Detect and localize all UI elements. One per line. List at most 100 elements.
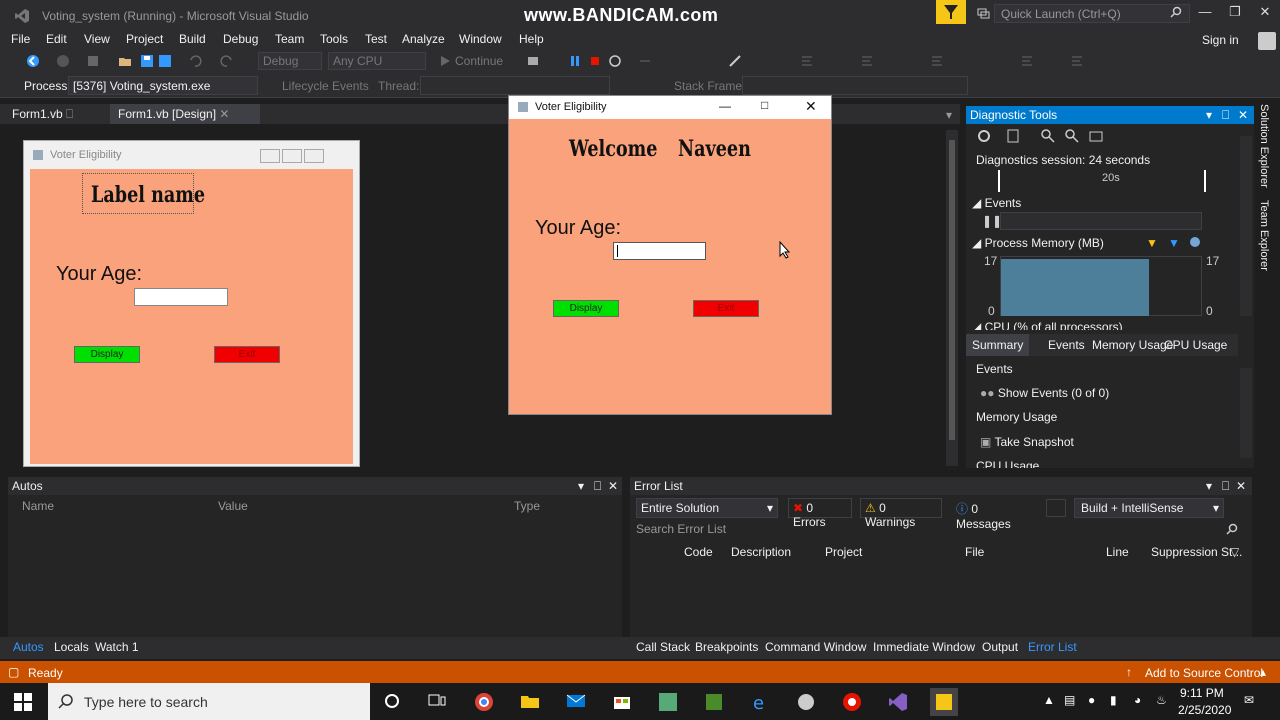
- tab-output[interactable]: Output: [982, 640, 1018, 654]
- tab-breakpoints[interactable]: Breakpoints: [695, 640, 758, 654]
- align-icon[interactable]: [800, 54, 814, 68]
- maximize-button[interactable]: ❐: [1220, 4, 1250, 20]
- feedback-filter-icon[interactable]: [936, 0, 966, 24]
- continue-play-icon[interactable]: [438, 54, 452, 68]
- tab-cpu-usage[interactable]: CPU Usage: [1164, 338, 1227, 352]
- notification-flag-icon[interactable]: [976, 6, 990, 20]
- battery-icon[interactable]: ▮: [1110, 693, 1117, 707]
- tab-call-stack[interactable]: Call Stack: [636, 640, 690, 654]
- network-icon[interactable]: ▤: [1064, 693, 1075, 707]
- col-value[interactable]: Value: [218, 499, 248, 513]
- form-minimize-button[interactable]: —: [719, 99, 731, 113]
- design-form-window[interactable]: Voter Eligibility Label name Your Age: D…: [23, 140, 360, 467]
- layout-icon[interactable]: [860, 54, 874, 68]
- name-label[interactable]: Label name: [91, 182, 205, 208]
- tab-order-icon[interactable]: [1070, 54, 1084, 68]
- voter-app-taskbar-icon[interactable]: [930, 688, 958, 716]
- pin-icon[interactable]: ⎕: [1222, 108, 1229, 123]
- tab-locals[interactable]: Locals: [54, 640, 89, 654]
- col-project[interactable]: Project: [825, 545, 862, 559]
- file-explorer-icon[interactable]: [520, 692, 540, 710]
- wifi-icon[interactable]: ◕: [1134, 693, 1141, 707]
- menu-debug[interactable]: Debug: [223, 32, 258, 46]
- col-name[interactable]: Name: [22, 499, 54, 513]
- cpu-header[interactable]: ◢ CPU (% of all processors): [972, 320, 1123, 330]
- chevron-up-icon[interactable]: ▴: [1260, 665, 1266, 679]
- back-icon[interactable]: [26, 54, 40, 68]
- windows-start-icon[interactable]: [14, 693, 32, 711]
- chrome-icon[interactable]: [474, 692, 494, 712]
- age-input[interactable]: [613, 242, 706, 260]
- menu-file[interactable]: File: [11, 32, 30, 46]
- thread-dropdown[interactable]: [420, 76, 610, 95]
- exit-button[interactable]: Exit: [214, 346, 280, 363]
- sign-in-link[interactable]: Sign in: [1202, 33, 1239, 47]
- menu-window[interactable]: Window: [459, 32, 502, 46]
- messages-filter-button[interactable]: ⓘ 0 Messages: [954, 498, 1038, 531]
- timeline-ruler[interactable]: 20s: [998, 170, 1206, 192]
- menu-view[interactable]: View: [84, 32, 110, 46]
- designer-scrollbar[interactable]: [946, 130, 958, 466]
- close-icon[interactable]: ✕: [608, 479, 618, 493]
- show-events-link[interactable]: ●● Show Events (0 of 0): [980, 386, 1109, 400]
- restart-icon[interactable]: [608, 54, 622, 68]
- col-description[interactable]: Description: [731, 545, 791, 559]
- volume-icon[interactable]: ♨: [1156, 693, 1167, 707]
- stack-frame-dropdown[interactable]: [742, 76, 968, 95]
- tab-memory-usage[interactable]: Memory Usage: [1092, 338, 1173, 352]
- dropdown-icon[interactable]: ▾: [1206, 108, 1212, 122]
- tab-immediate-window[interactable]: Immediate Window: [873, 640, 975, 654]
- spacing-icon[interactable]: [930, 54, 944, 68]
- visual-studio-taskbar-icon[interactable]: [888, 692, 908, 712]
- col-suppression-state[interactable]: Suppression St...: [1151, 545, 1242, 559]
- forward-icon[interactable]: [56, 54, 70, 68]
- clock-time[interactable]: 9:11 PM: [1180, 686, 1224, 700]
- zoom-out-icon[interactable]: [1064, 128, 1080, 144]
- task-view-icon[interactable]: [428, 693, 446, 709]
- search-icon[interactable]: [1226, 523, 1238, 535]
- undo-icon[interactable]: [188, 54, 202, 68]
- dropdown-icon[interactable]: ▾: [1206, 479, 1212, 493]
- tab-autos[interactable]: Autos: [13, 640, 44, 654]
- menu-test[interactable]: Test: [365, 32, 387, 46]
- menu-build[interactable]: Build: [179, 32, 206, 46]
- continue-button[interactable]: Continue: [455, 54, 503, 68]
- mic-icon[interactable]: ●: [1088, 693, 1095, 707]
- take-snapshot-link[interactable]: ▣ Take Snapshot: [980, 435, 1074, 449]
- store-icon[interactable]: [612, 692, 632, 710]
- cortana-icon[interactable]: [384, 693, 400, 709]
- form-close-button[interactable]: ✕: [805, 98, 817, 115]
- team-explorer-tab[interactable]: Team Explorer: [1258, 200, 1270, 271]
- tab-watch1[interactable]: Watch 1: [95, 640, 139, 654]
- zoom-in-icon[interactable]: [1040, 128, 1056, 144]
- errors-filter-button[interactable]: ✖ 0 Errors: [788, 498, 852, 529]
- col-type[interactable]: Type: [514, 499, 540, 513]
- search-error-list-input[interactable]: Search Error List: [634, 521, 1246, 539]
- tray-chevron-up-icon[interactable]: ▲: [1043, 693, 1055, 707]
- minimize-button[interactable]: —: [1190, 4, 1220, 19]
- build-source-dropdown[interactable]: Build + IntelliSense ▾: [1074, 498, 1224, 518]
- col-file[interactable]: File: [965, 545, 984, 559]
- menu-project[interactable]: Project: [126, 32, 163, 46]
- tab-summary[interactable]: Summary: [966, 334, 1030, 356]
- diag-scrollbar-bottom[interactable]: [1240, 368, 1252, 458]
- order-icon[interactable]: [1020, 54, 1034, 68]
- close-button[interactable]: ✕: [1250, 4, 1280, 20]
- diag-scrollbar-top[interactable]: [1240, 136, 1252, 316]
- pin-icon[interactable]: ⎕: [594, 479, 601, 494]
- events-section-header[interactable]: ◢ Events: [972, 196, 1021, 210]
- stop-icon[interactable]: [588, 54, 602, 68]
- lifecycle-events-dropdown[interactable]: Lifecycle Events: [282, 79, 369, 93]
- age-input[interactable]: [134, 288, 228, 306]
- mw-app-icon[interactable]: [658, 692, 678, 712]
- export-icon[interactable]: [1006, 128, 1022, 144]
- tab-list-chevron-down-icon[interactable]: ▾: [946, 108, 952, 122]
- menu-edit[interactable]: Edit: [46, 32, 67, 46]
- taskbar-search-box[interactable]: Type here to search: [48, 683, 370, 720]
- pause-events-icon[interactable]: ❚❚: [982, 214, 1002, 228]
- display-button[interactable]: Display: [74, 346, 140, 363]
- tab-events[interactable]: Events: [1048, 338, 1085, 352]
- open-file-icon[interactable]: [118, 54, 132, 68]
- exit-button[interactable]: Exit: [693, 300, 759, 317]
- app-icon[interactable]: [796, 692, 816, 712]
